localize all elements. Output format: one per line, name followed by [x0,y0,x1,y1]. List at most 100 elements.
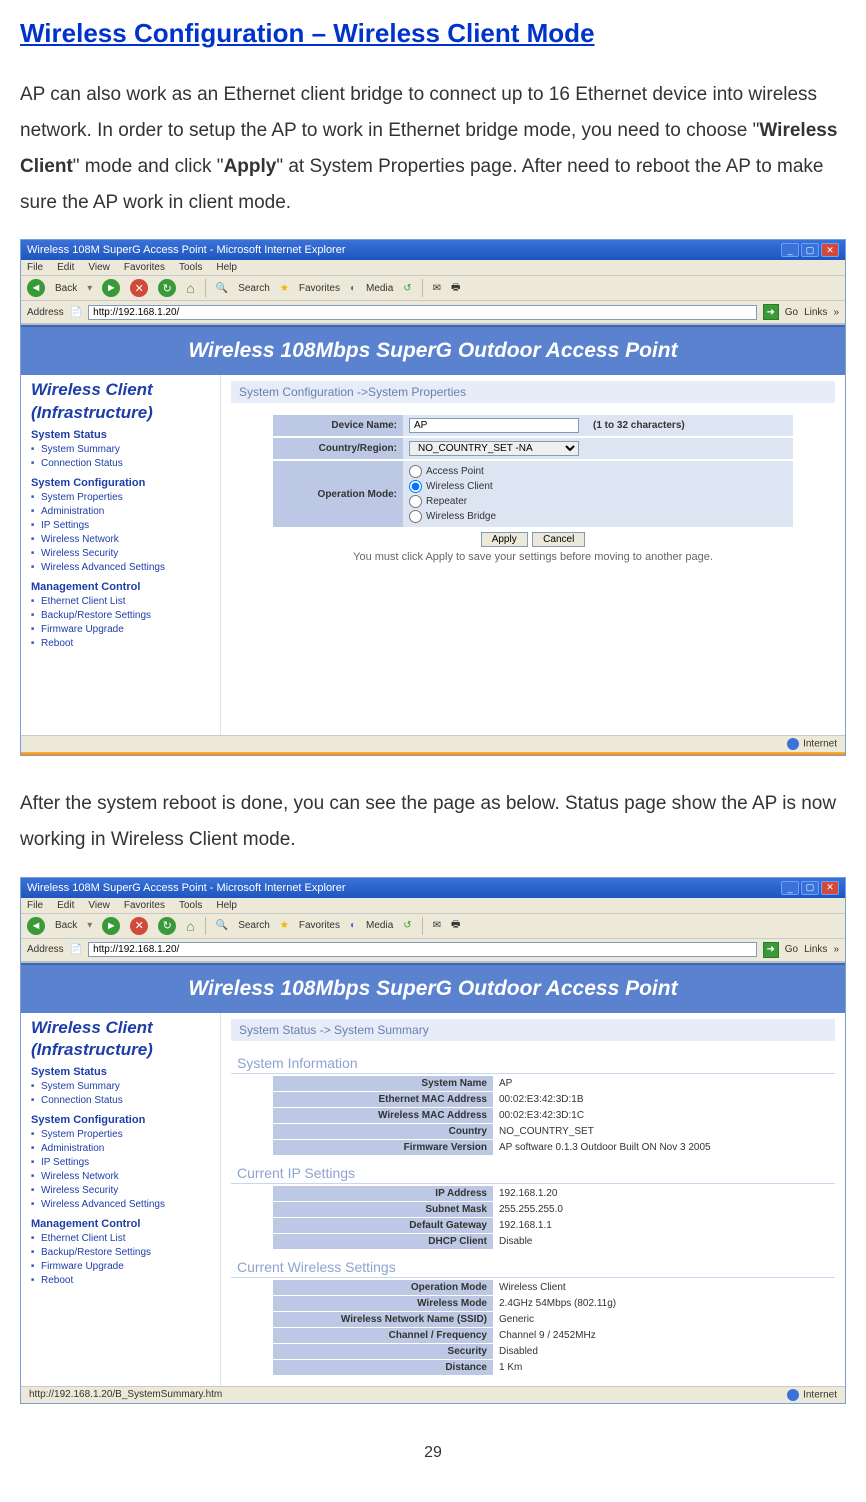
sidebar-item-wireless-network[interactable]: Wireless Network [31,533,212,547]
sidebar-item-system-summary[interactable]: System Summary [31,443,212,457]
search-icon[interactable]: 🔍 [216,283,228,294]
favorites-icon[interactable]: ★ [280,283,289,294]
sidebar-item-connection-status[interactable]: Connection Status [31,1094,212,1108]
close-button[interactable]: ✕ [821,243,839,257]
menu-file[interactable]: File [27,262,43,273]
minimize-button[interactable]: _ [781,881,799,895]
menu-help[interactable]: Help [216,900,237,911]
print-icon[interactable]: 🖶 [451,917,460,934]
refresh-button[interactable]: ↻ [158,279,176,297]
sidebar-item-system-properties[interactable]: System Properties [31,491,212,505]
favorites-icon[interactable]: ★ [280,920,289,931]
links-chevron-icon[interactable]: » [833,944,839,955]
media-label[interactable]: Media [366,283,393,294]
table-row: CountryNO_COUNTRY_SET [273,1124,793,1139]
maximize-button[interactable]: ▢ [801,243,819,257]
forward-button[interactable]: ► [102,279,120,297]
sidebar-item-wireless-network[interactable]: Wireless Network [31,1170,212,1184]
sidebar-item-firmware-upgrade[interactable]: Firmware Upgrade [31,623,212,637]
menu-file[interactable]: File [27,900,43,911]
search-label[interactable]: Search [238,283,270,294]
opmode-repeater[interactable]: Repeater [409,495,467,508]
media-icon[interactable]: ◐ [350,920,356,931]
sidebar-item-wireless-advanced[interactable]: Wireless Advanced Settings [31,561,212,575]
address-bar: Address 📄 ➜ Go Links » [21,301,845,325]
search-icon[interactable]: 🔍 [216,920,228,931]
sidebar-item-wireless-security[interactable]: Wireless Security [31,547,212,561]
sidebar-item-wireless-security[interactable]: Wireless Security [31,1184,212,1198]
operation-mode-label: Operation Mode: [273,461,403,527]
breadcrumb: System Configuration ->System Properties [231,381,835,403]
minimize-button[interactable]: _ [781,243,799,257]
go-label[interactable]: Go [785,944,798,955]
address-input[interactable] [88,942,757,957]
back-button[interactable]: ◄ [27,279,45,297]
menu-help[interactable]: Help [216,262,237,273]
sidebar-title-1: Wireless Client [31,1019,212,1038]
home-button[interactable]: ⌂ [186,918,194,934]
maximize-button[interactable]: ▢ [801,881,819,895]
status-bar: http://192.168.1.20/B_SystemSummary.htm … [21,1386,845,1403]
sidebar-item-wireless-advanced[interactable]: Wireless Advanced Settings [31,1198,212,1212]
sidebar-item-system-summary[interactable]: System Summary [31,1080,212,1094]
go-button[interactable]: ➜ [763,942,779,958]
status-right: Internet [803,739,837,750]
search-label[interactable]: Search [238,920,270,931]
sidebar-item-connection-status[interactable]: Connection Status [31,457,212,471]
media-icon[interactable]: ◐ [350,283,356,294]
mail-icon[interactable]: ✉ [433,283,441,294]
menu-tools[interactable]: Tools [179,900,202,911]
back-label[interactable]: Back [55,920,77,931]
links-label[interactable]: Links [804,944,827,955]
menu-tools[interactable]: Tools [179,262,202,273]
doc-heading: Wireless Configuration – Wireless Client… [20,18,846,49]
sidebar-item-administration[interactable]: Administration [31,505,212,519]
stop-button[interactable]: ✕ [130,917,148,935]
menu-favorites[interactable]: Favorites [124,900,165,911]
go-label[interactable]: Go [785,307,798,318]
sidebar-item-administration[interactable]: Administration [31,1142,212,1156]
favorites-label[interactable]: Favorites [299,283,340,294]
menu-edit[interactable]: Edit [57,262,74,273]
back-button[interactable]: ◄ [27,917,45,935]
history-icon[interactable]: ↺ [403,283,411,294]
sidebar-group-config: System Configuration [31,1114,212,1126]
sidebar-item-reboot[interactable]: Reboot [31,637,212,651]
cancel-button[interactable] [532,532,585,547]
menu-view[interactable]: View [88,900,110,911]
device-name-input[interactable] [409,418,579,433]
address-input[interactable] [88,305,757,320]
sidebar-item-backup-restore[interactable]: Backup/Restore Settings [31,609,212,623]
sidebar-item-ip-settings[interactable]: IP Settings [31,519,212,533]
forward-button[interactable]: ► [102,917,120,935]
sidebar-item-ip-settings[interactable]: IP Settings [31,1156,212,1170]
sidebar-item-ethernet-client-list[interactable]: Ethernet Client List [31,595,212,609]
links-label[interactable]: Links [804,307,827,318]
opmode-wireless-client[interactable]: Wireless Client [409,480,493,493]
opmode-wireless-bridge[interactable]: Wireless Bridge [409,510,496,523]
stop-button[interactable]: ✕ [130,279,148,297]
media-label[interactable]: Media [366,920,393,931]
country-select[interactable]: NO_COUNTRY_SET -NA [409,441,579,456]
sidebar-item-reboot[interactable]: Reboot [31,1274,212,1288]
mail-icon[interactable]: ✉ [433,920,441,931]
apply-button[interactable] [481,532,528,547]
close-button[interactable]: ✕ [821,881,839,895]
sidebar-item-firmware-upgrade[interactable]: Firmware Upgrade [31,1260,212,1274]
print-icon[interactable]: 🖶 [451,280,460,297]
history-icon[interactable]: ↺ [403,920,411,931]
menu-favorites[interactable]: Favorites [124,262,165,273]
sidebar-item-system-properties[interactable]: System Properties [31,1128,212,1142]
menu-edit[interactable]: Edit [57,900,74,911]
sidebar-item-ethernet-client-list[interactable]: Ethernet Client List [31,1232,212,1246]
menu-view[interactable]: View [88,262,110,273]
taskbar-edge [21,752,845,755]
opmode-access-point[interactable]: Access Point [409,465,484,478]
favorites-label[interactable]: Favorites [299,920,340,931]
back-label[interactable]: Back [55,283,77,294]
links-chevron-icon[interactable]: » [833,307,839,318]
home-button[interactable]: ⌂ [186,280,194,296]
go-button[interactable]: ➜ [763,304,779,320]
refresh-button[interactable]: ↻ [158,917,176,935]
sidebar-item-backup-restore[interactable]: Backup/Restore Settings [31,1246,212,1260]
